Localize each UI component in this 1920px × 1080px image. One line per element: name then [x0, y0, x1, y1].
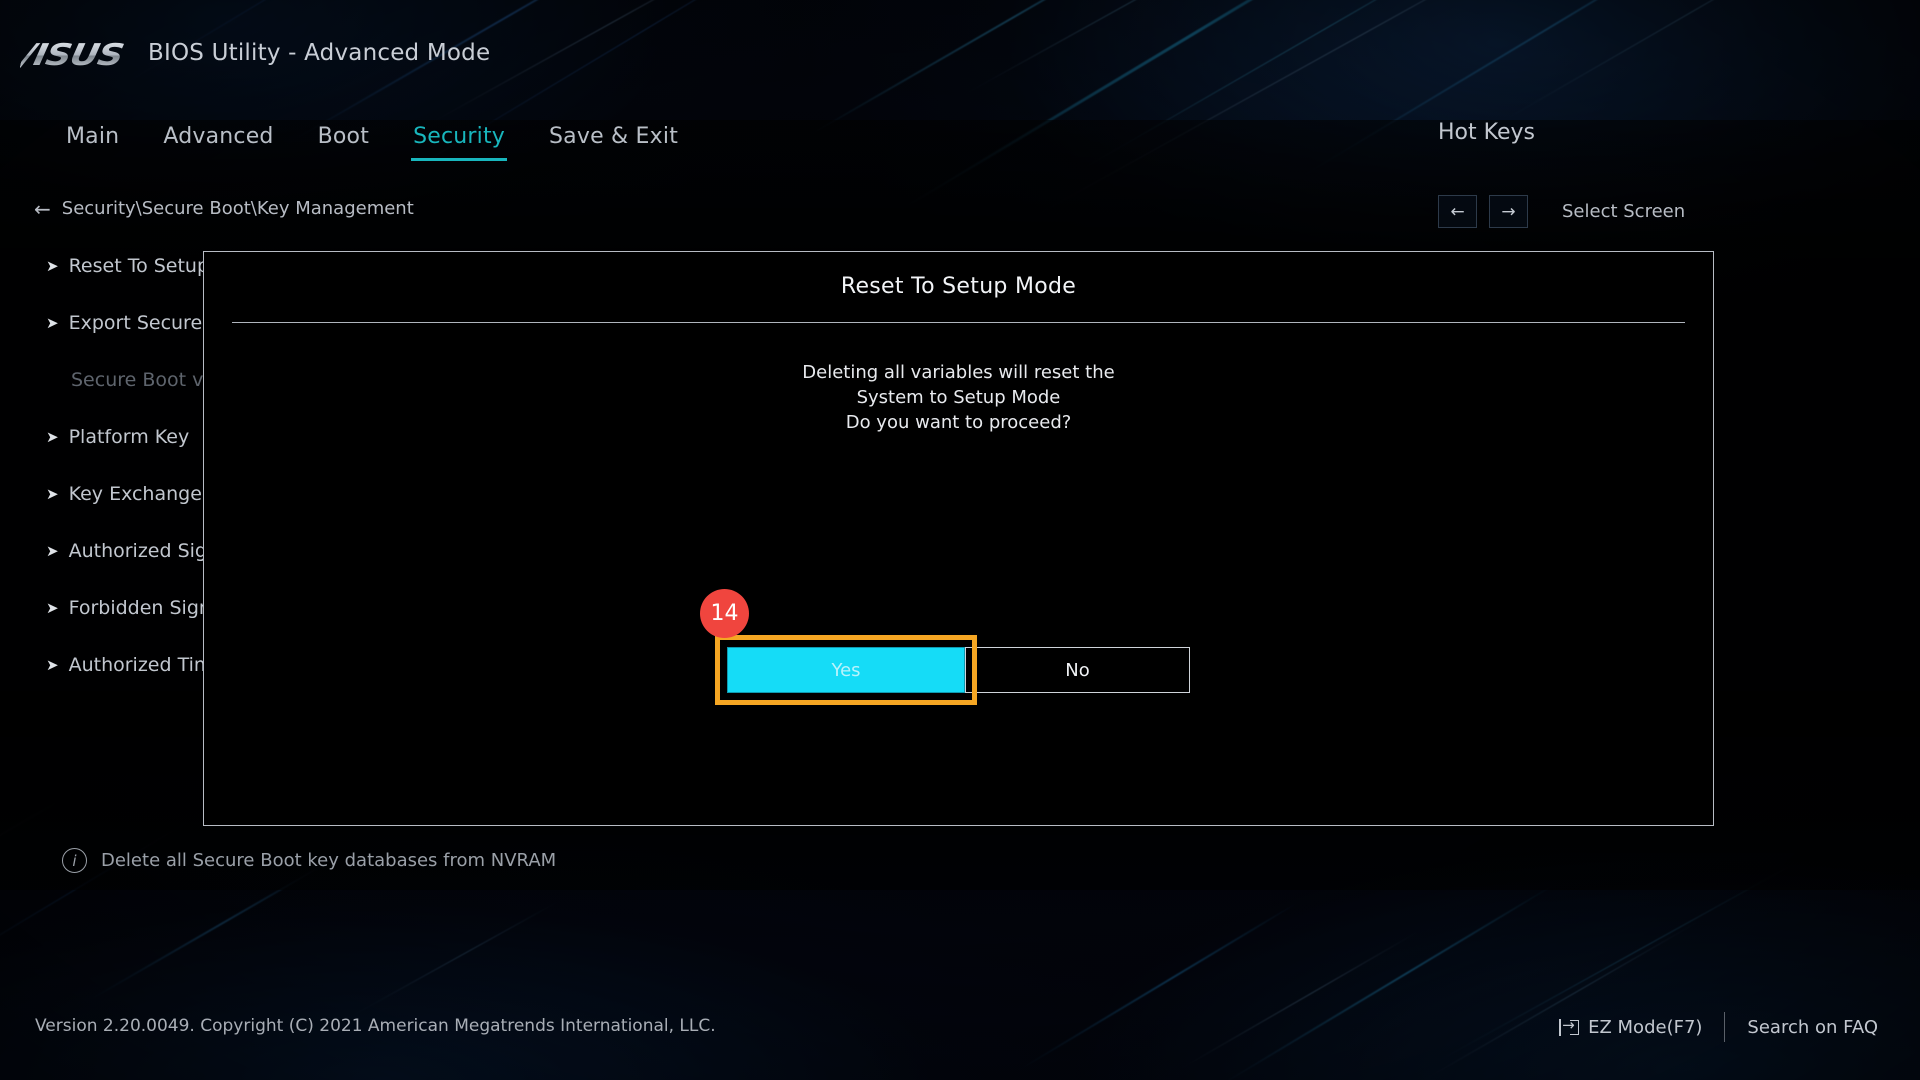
footer-divider: [1724, 1012, 1726, 1042]
page-title: BIOS Utility - Advanced Mode: [148, 40, 491, 66]
no-button[interactable]: No: [965, 647, 1190, 693]
tab-boot[interactable]: Boot: [296, 118, 391, 161]
menu-item-label: Secure Boot var: [71, 369, 223, 391]
tab-main[interactable]: Main: [44, 118, 141, 161]
dialog-message-line: System to Setup Mode: [856, 387, 1061, 408]
hotkey-label: Select Screen: [1562, 201, 1686, 222]
reset-to-setup-mode-dialog: Reset To Setup Mode Deleting all variabl…: [203, 251, 1714, 826]
annotation-badge: 14: [700, 589, 749, 638]
arrow-right-key-icon[interactable]: →: [1489, 195, 1528, 228]
submenu-arrow-icon: ➤: [46, 541, 59, 560]
ez-mode-icon: [1559, 1016, 1580, 1036]
arrow-left-key-icon[interactable]: ←: [1438, 195, 1477, 228]
dialog-message-line: Do you want to proceed?: [845, 412, 1072, 433]
version-string: Version 2.20.0049. Copyright (C) 2021 Am…: [35, 1016, 716, 1036]
submenu-arrow-icon: ➤: [46, 484, 59, 503]
menu-item-label: Authorized Sign: [68, 540, 220, 562]
submenu-arrow-icon: ➤: [46, 313, 59, 332]
help-bar: i Delete all Secure Boot key databases f…: [62, 848, 556, 873]
menu-item-label: Platform Key: [68, 426, 190, 448]
back-arrow-icon[interactable]: ←: [34, 199, 51, 219]
yes-button-container: 14 Yes: [700, 589, 977, 705]
breadcrumb-path: Security\Secure Boot\Key Management: [61, 198, 414, 219]
menu-item-label: Export Secure B: [68, 312, 222, 334]
dialog-button-row: 14 Yes No: [204, 589, 1713, 705]
menu-item-label: Key Exchange K: [68, 483, 221, 505]
menu-item-label: Authorized Tim: [68, 654, 213, 676]
yes-button[interactable]: Yes: [727, 647, 965, 693]
help-text: Delete all Secure Boot key databases fro…: [101, 850, 557, 871]
submenu-arrow-icon: ➤: [46, 655, 59, 674]
header-bar: /ISUS BIOS Utility - Advanced Mode: [0, 0, 1920, 100]
search-faq-button[interactable]: Search on FAQ: [1747, 1017, 1878, 1038]
submenu-arrow-icon: ➤: [46, 256, 59, 275]
bios-screen: /ISUS BIOS Utility - Advanced Mode Main A…: [0, 0, 1920, 1080]
hotkeys-title: Hot Keys: [1438, 120, 1535, 145]
submenu-arrow-icon: ➤: [46, 598, 59, 617]
ez-mode-button[interactable]: EZ Mode(F7): [1559, 1016, 1703, 1038]
tab-advanced[interactable]: Advanced: [141, 118, 295, 161]
dialog-separator: [232, 322, 1685, 323]
menu-item-label: Reset To Setup: [68, 255, 210, 277]
main-tabs: Main Advanced Boot Security Save & Exit: [44, 118, 700, 161]
dialog-message: Deleting all variables will reset the Sys…: [204, 360, 1713, 435]
hotkey-row: ← → Select Screen: [1438, 195, 1685, 228]
ez-mode-label: EZ Mode(F7): [1588, 1016, 1703, 1038]
breadcrumb[interactable]: ← Security\Secure Boot\Key Management: [34, 198, 414, 219]
tab-save-exit[interactable]: Save & Exit: [527, 118, 700, 161]
info-icon: i: [62, 848, 87, 873]
dialog-message-line: Deleting all variables will reset the: [802, 362, 1115, 383]
tab-security[interactable]: Security: [391, 118, 527, 161]
menu-item-label: Forbidden Signa: [68, 597, 223, 619]
footer-actions: EZ Mode(F7) Search on FAQ: [1559, 1012, 1878, 1042]
submenu-arrow-icon: ➤: [46, 427, 59, 446]
asus-logo: /ISUS: [18, 38, 127, 73]
dialog-title: Reset To Setup Mode: [840, 274, 1077, 299]
